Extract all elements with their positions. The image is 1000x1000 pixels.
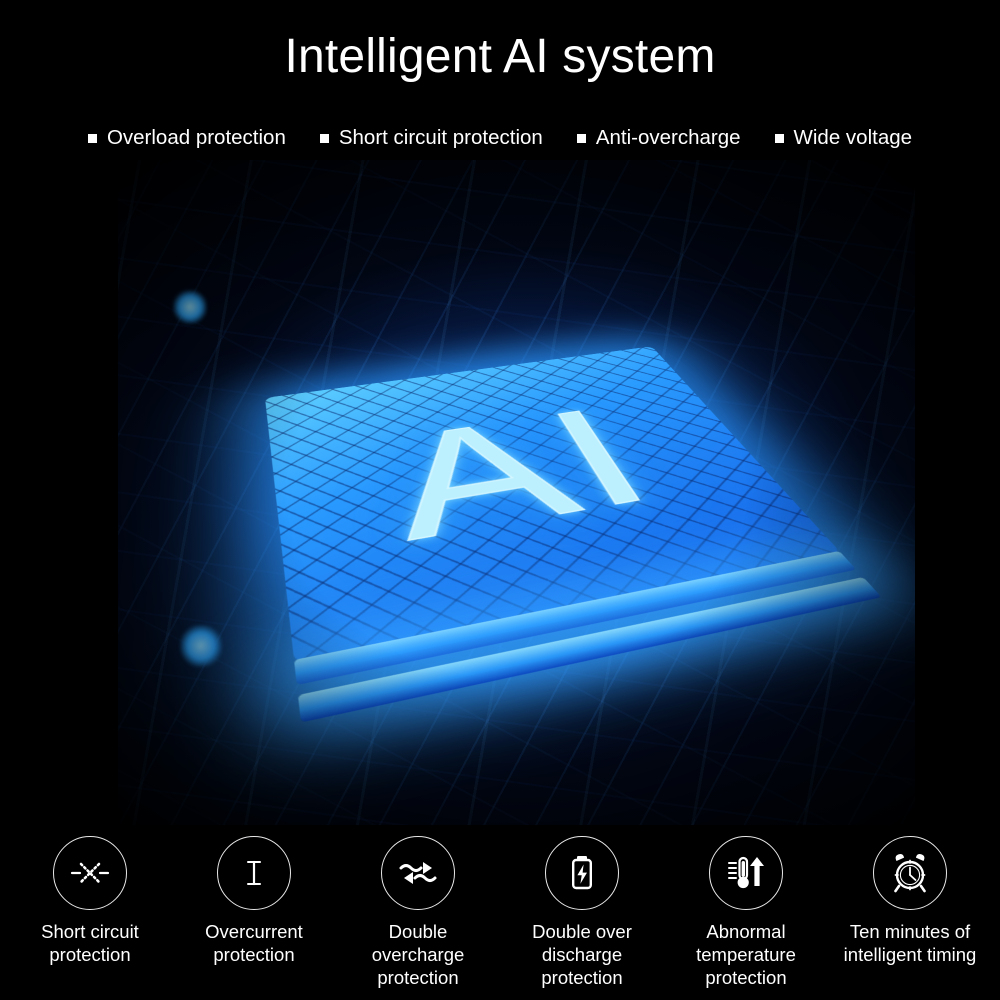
protection-item-double-overcharge[interactable]: Double overcharge protection <box>336 836 500 989</box>
hero-chip-photo: AI <box>118 160 915 825</box>
feature-label: Overload protection <box>106 126 286 149</box>
led-spark-icon <box>173 290 207 324</box>
protection-item-overcurrent[interactable]: Overcurrent protection <box>172 836 336 966</box>
led-spark-icon <box>180 625 222 667</box>
feature-bullet-list: Overload protection Short circuit protec… <box>0 126 1000 150</box>
protection-item-over-discharge[interactable]: Double over discharge protection <box>500 836 664 989</box>
square-bullet-icon <box>87 133 97 143</box>
protection-label: Ten minutes of intelligent timing <box>843 921 977 965</box>
feature-label: Anti-overcharge <box>595 126 741 149</box>
product-feature-banner: Intelligent AI system Overload protectio… <box>0 0 1000 1000</box>
square-bullet-icon <box>319 133 329 143</box>
alarm-clock-icon <box>873 836 947 910</box>
protection-item-timing[interactable]: Ten minutes of intelligent timing <box>828 836 992 966</box>
ai-chip: AI <box>229 256 915 755</box>
protection-icon-strip: Short circuit protection Overcurrent pro… <box>0 828 1000 1000</box>
square-bullet-icon <box>576 133 586 143</box>
battery-bolt-icon <box>545 836 619 910</box>
feature-item: Wide voltage <box>774 126 913 150</box>
feature-label: Wide voltage <box>793 126 913 149</box>
protection-label: Short circuit protection <box>41 921 139 965</box>
protection-label: Abnormal temperature protection <box>696 921 796 988</box>
protection-label: Double overcharge protection <box>371 921 465 988</box>
protection-label: Overcurrent protection <box>205 921 303 965</box>
thermometer-arrow-icon <box>709 836 783 910</box>
protection-item-short-circuit[interactable]: Short circuit protection <box>8 836 172 966</box>
protection-item-temperature[interactable]: Abnormal temperature protection <box>664 836 828 989</box>
current-i-icon <box>217 836 291 910</box>
feature-item: Anti-overcharge <box>576 126 741 150</box>
feature-label: Short circuit protection <box>338 126 543 149</box>
circuit-board-scene: AI <box>118 160 915 825</box>
double-wave-arrows-icon <box>381 836 455 910</box>
feature-item: Short circuit protection <box>319 126 543 150</box>
feature-item: Overload protection <box>87 126 286 150</box>
square-bullet-icon <box>774 133 784 143</box>
page-title: Intelligent AI system <box>284 30 716 83</box>
short-circuit-icon <box>53 836 127 910</box>
protection-label: Double over discharge protection <box>532 921 632 988</box>
